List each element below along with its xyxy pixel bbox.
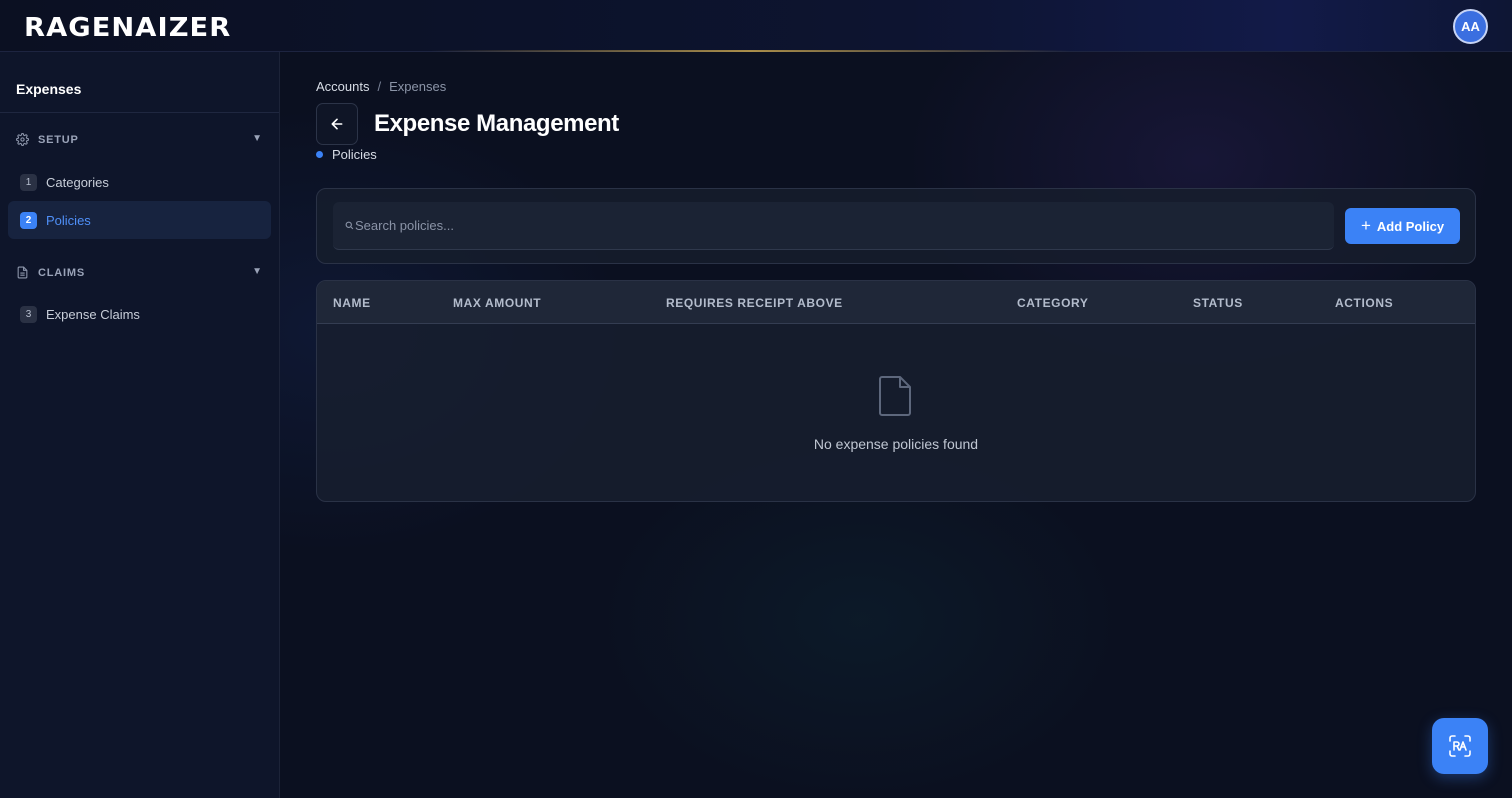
breadcrumb-expenses: Expenses <box>389 79 447 94</box>
column-header-actions: ACTIONS <box>1335 296 1394 310</box>
section-claims-header[interactable]: CLAIMS ▼ <box>16 264 264 282</box>
section-setup-label: SETUP <box>38 134 79 146</box>
plus-icon: + <box>1360 215 1371 235</box>
empty-file-icon <box>878 374 914 418</box>
breadcrumb: Accounts / Expenses <box>316 79 446 94</box>
user-avatar[interactable]: AA <box>1453 9 1488 44</box>
assistant-logo-icon <box>1449 735 1471 757</box>
document-icon <box>16 266 30 280</box>
nav-number-badge: 1 <box>20 173 37 191</box>
sidebar-item-categories[interactable]: 1 Categories <box>8 163 271 201</box>
column-header-max-amount[interactable]: MAX AMOUNT <box>453 296 541 310</box>
header-glow-line <box>430 50 1070 52</box>
breadcrumb-accounts[interactable]: Accounts <box>316 79 369 94</box>
chevron-down-icon[interactable]: ▼ <box>252 133 262 144</box>
sidebar-item-expense-claims[interactable]: 3 Expense Claims <box>8 295 271 333</box>
table-header: NAME MAX AMOUNT REQUIRES RECEIPT ABOVE C… <box>317 281 1475 324</box>
sidebar-item-label: Expense Claims <box>46 306 140 322</box>
sidebar-title: Expenses <box>16 81 82 97</box>
active-dot-icon <box>316 151 323 158</box>
gear-icon <box>16 133 30 147</box>
add-policy-label: Add Policy <box>1376 218 1445 234</box>
empty-state-message: No expense policies found <box>813 436 979 452</box>
sidebar-item-label: Categories <box>46 174 109 190</box>
section-setup-header[interactable]: SETUP ▼ <box>16 131 264 149</box>
app-logo[interactable]: RAGENAIZER <box>24 13 231 43</box>
chevron-down-icon[interactable]: ▼ <box>252 266 262 277</box>
back-button[interactable] <box>316 103 358 145</box>
add-policy-button[interactable]: + Add Policy <box>1345 208 1460 244</box>
column-header-name[interactable]: NAME <box>333 296 371 310</box>
breadcrumb-separator: / <box>377 79 382 94</box>
policies-table: NAME MAX AMOUNT REQUIRES RECEIPT ABOVE C… <box>316 280 1476 502</box>
sidebar-item-policies[interactable]: 2 Policies <box>8 201 271 239</box>
subnav-policies[interactable]: Policies <box>316 147 377 162</box>
column-header-requires-receipt[interactable]: REQUIRES RECEIPT ABOVE <box>666 296 843 310</box>
column-header-category[interactable]: CATEGORY <box>1017 296 1088 310</box>
search-box[interactable] <box>333 202 1334 250</box>
subnav-label: Policies <box>332 147 377 162</box>
sidebar: Expenses SETUP ▼ 1 Categories 2 Policies… <box>0 52 280 798</box>
search-icon <box>345 221 355 231</box>
top-bar: RAGENAIZER AA <box>0 0 1512 52</box>
column-header-status[interactable]: STATUS <box>1193 296 1243 310</box>
search-input[interactable] <box>355 218 1315 233</box>
arrow-left-icon <box>331 118 343 130</box>
section-claims-label: CLAIMS <box>38 267 85 279</box>
assistant-button[interactable] <box>1432 718 1488 774</box>
nav-number-badge: 3 <box>20 305 37 323</box>
sidebar-item-label: Policies <box>46 212 91 228</box>
sidebar-divider <box>0 112 279 113</box>
nav-number-badge: 2 <box>20 211 37 229</box>
toolbar-card: + Add Policy <box>316 188 1476 264</box>
page-title: Expense Management <box>374 110 619 137</box>
